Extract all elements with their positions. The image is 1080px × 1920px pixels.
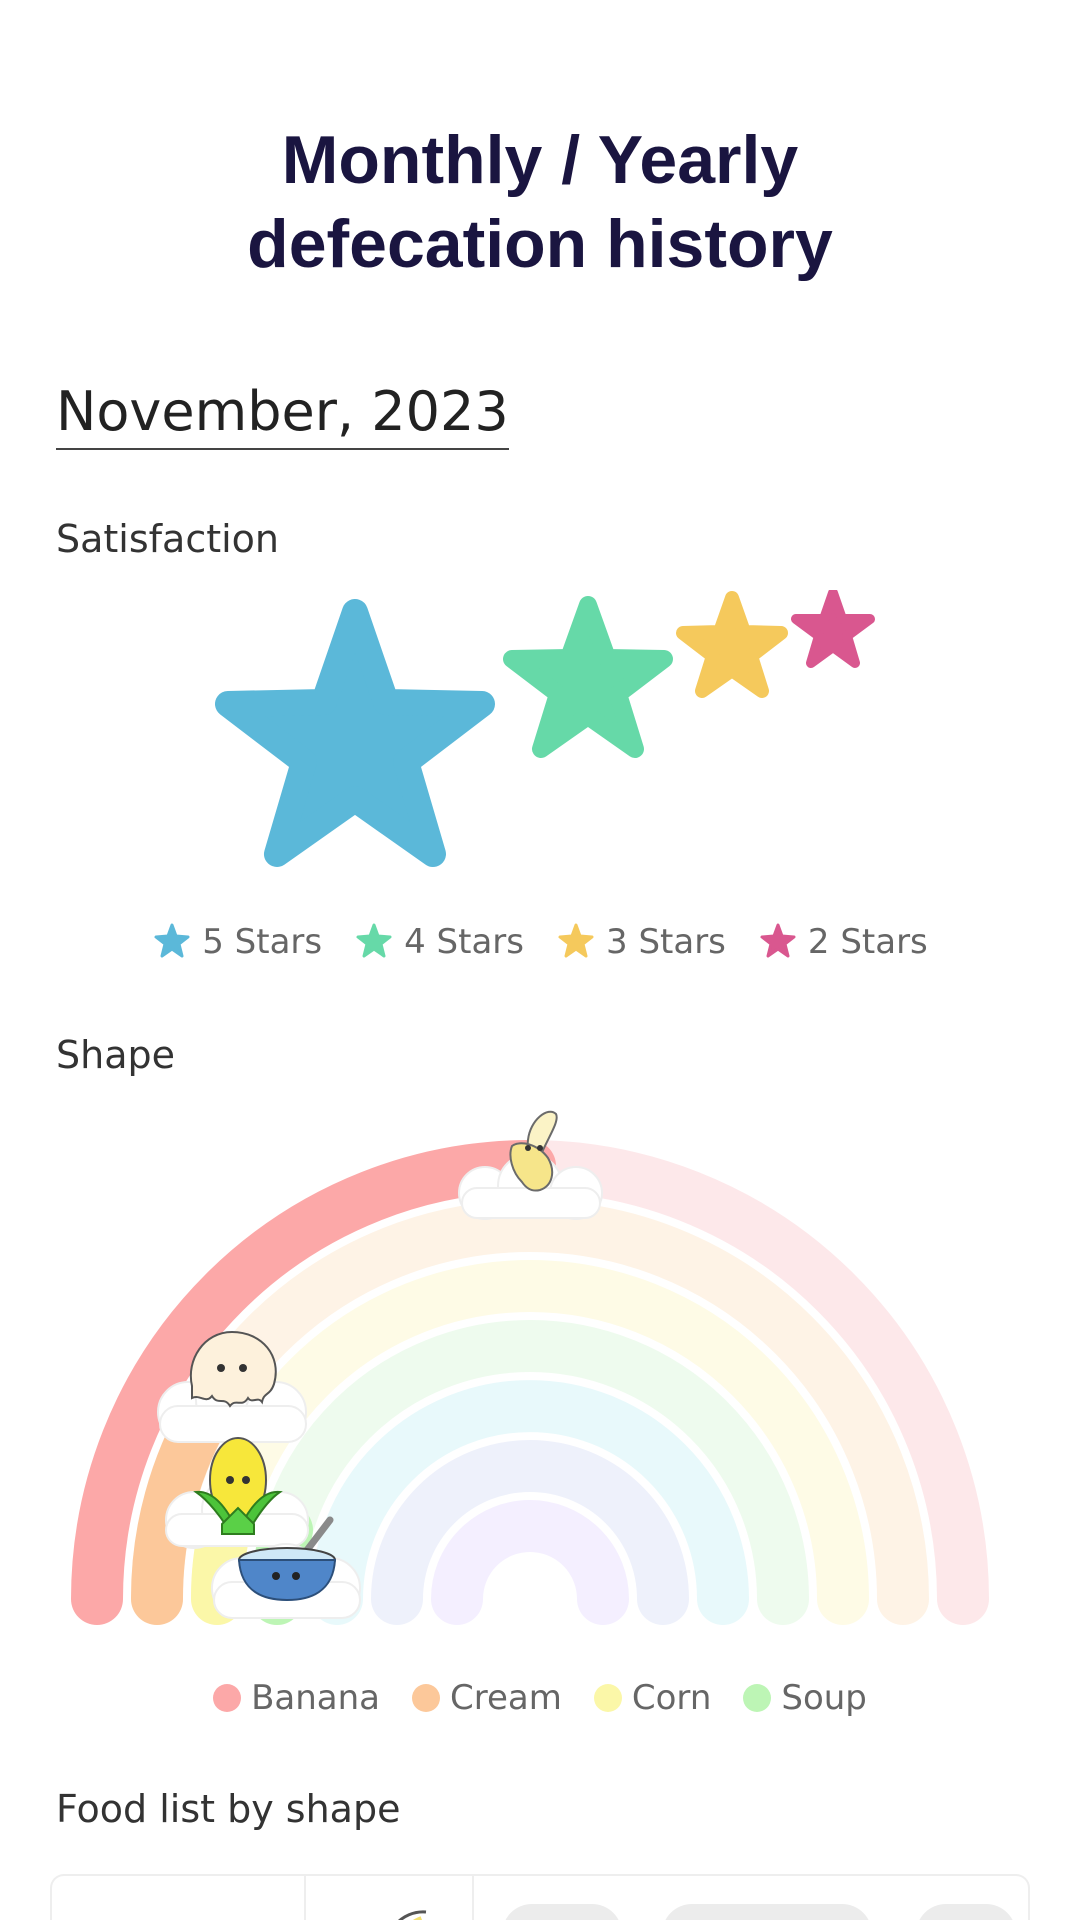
color-dot-icon	[593, 1684, 622, 1712]
legend-label: 3 Stars	[606, 922, 726, 962]
legend-item-soup: Soup	[743, 1678, 867, 1718]
legend-label: Banana	[251, 1678, 381, 1718]
legend-item-corn: Corn	[593, 1678, 712, 1718]
star-4-stars	[503, 596, 673, 758]
food-chip[interactable]	[502, 1904, 622, 1920]
color-dot-icon	[213, 1684, 242, 1712]
food-list-table	[50, 1874, 1030, 1920]
star-2-stars-shape	[791, 590, 875, 668]
star-icon	[356, 923, 392, 958]
star-2-stars	[791, 590, 875, 668]
banana-thumbnail-icon	[398, 1910, 427, 1920]
shape-section-title: Shape	[56, 1033, 175, 1077]
legend-label: Soup	[781, 1678, 867, 1718]
star-icon	[154, 923, 190, 958]
satisfaction-star-chart	[215, 590, 875, 867]
star-icon	[760, 923, 796, 958]
satisfaction-section-title: Satisfaction	[56, 517, 280, 561]
table-column-divider	[304, 1876, 306, 1920]
legend-label: 2 Stars	[807, 922, 928, 962]
legend-item-2-stars: 2 Stars	[758, 922, 928, 962]
star-4-stars-shape	[503, 596, 673, 758]
star-3-stars	[676, 591, 788, 698]
shape-rainbow-chart	[71, 1110, 989, 1625]
star-icon	[558, 923, 594, 958]
legend-item-5-stars: 5 Stars	[152, 922, 322, 962]
legend-item-3-stars: 3 Stars	[556, 922, 726, 962]
legend-label: Cream	[450, 1678, 562, 1718]
legend-label: 4 Stars	[404, 922, 524, 962]
legend-label: Corn	[631, 1678, 712, 1718]
star-5-stars	[215, 599, 495, 867]
food-chip[interactable]	[916, 1904, 1016, 1920]
star-3-stars-shape	[676, 591, 788, 698]
food-list-section-title: Food list by shape	[56, 1787, 401, 1831]
legend-item-banana: Banana	[213, 1678, 380, 1718]
page-title-line-2: defecation history	[247, 206, 833, 282]
page-title: Monthly / Yearly defecation history	[0, 118, 1080, 286]
legend-label: 5 Stars	[202, 922, 323, 962]
legend-item-4-stars: 4 Stars	[354, 922, 524, 962]
food-chip[interactable]	[662, 1904, 872, 1920]
satisfaction-legend: 5 Stars 4 Stars 3 Stars 2 Stars	[0, 922, 1080, 962]
rainbow-band-7	[431, 1500, 629, 1625]
color-dot-icon	[412, 1684, 441, 1712]
shape-legend: Banana Cream Corn Soup	[0, 1678, 1080, 1718]
table-column-divider	[472, 1876, 474, 1920]
period-selector[interactable]: November, 2023	[56, 380, 509, 450]
star-5-stars-shape	[215, 599, 495, 867]
page-title-line-1: Monthly / Yearly	[281, 122, 799, 198]
legend-item-cream: Cream	[412, 1678, 562, 1718]
color-dot-icon	[743, 1684, 772, 1712]
